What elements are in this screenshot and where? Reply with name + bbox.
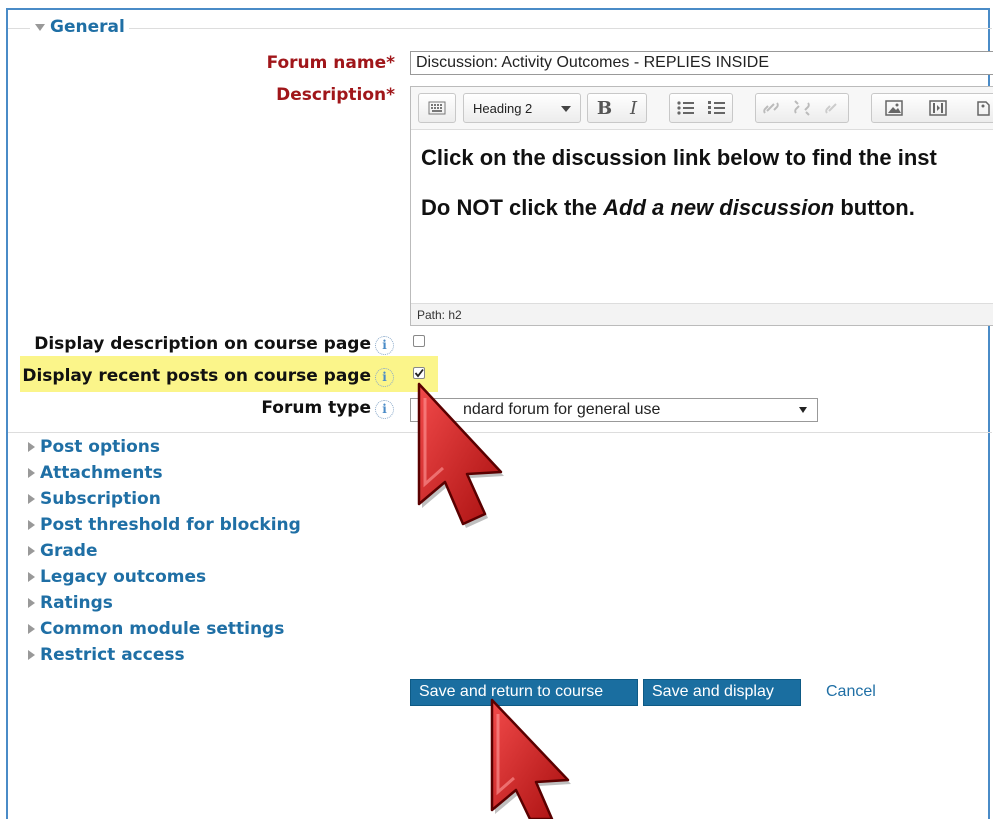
legend-rule-right (125, 28, 992, 29)
keyboard-icon (428, 101, 446, 115)
section-legacy-outcomes[interactable]: Legacy outcomes (28, 567, 206, 587)
italic-icon[interactable]: I (630, 98, 637, 119)
display-recent-posts-label: Display recent posts on course page (22, 366, 371, 386)
help-icon[interactable]: i (375, 400, 394, 419)
save-and-display-button[interactable]: Save and display (643, 679, 801, 706)
anchor-link-icon[interactable] (824, 99, 842, 117)
editor-toolbar: Heading 2 B I (411, 87, 993, 130)
general-title: General (50, 17, 125, 37)
link-group (755, 93, 849, 123)
expand-triangle-icon (28, 650, 35, 660)
section-post-threshold[interactable]: Post threshold for blocking (28, 515, 301, 535)
cancel-button[interactable]: Cancel (826, 683, 876, 701)
section-ratings[interactable]: Ratings (28, 593, 113, 613)
media-icon[interactable] (929, 99, 948, 117)
required-star: * (386, 85, 395, 105)
display-description-label: Display description on course page (34, 334, 371, 354)
ordered-list-icon[interactable] (707, 99, 727, 117)
section-post-options[interactable]: Post options (28, 437, 160, 457)
description-line-1: Click on the discussion link below to fi… (421, 145, 937, 170)
pointer-arrow-icon (490, 698, 571, 819)
collapse-triangle-icon (35, 23, 45, 31)
toolbar-toggle-button[interactable] (418, 93, 456, 123)
heading-select[interactable]: Heading 2 (463, 93, 581, 123)
media-group (871, 93, 993, 123)
list-group (669, 93, 733, 123)
expand-triangle-icon (28, 572, 35, 582)
forum-name-input[interactable]: Discussion: Activity Outcomes - REPLIES … (410, 51, 993, 75)
section-common-module-settings[interactable]: Common module settings (28, 619, 284, 639)
display-description-checkbox[interactable] (413, 335, 425, 347)
forum-type-label: Forum type (261, 398, 371, 418)
description-label: Description* (276, 85, 395, 105)
unlink-icon[interactable] (793, 99, 811, 117)
description-line-2: Do NOT click the Add a new discussion bu… (421, 195, 915, 220)
chevron-down-icon (561, 106, 571, 112)
legend-rule-left (8, 28, 30, 29)
section-restrict-access[interactable]: Restrict access (28, 645, 185, 665)
expand-triangle-icon (28, 442, 35, 452)
expand-triangle-icon (28, 624, 35, 634)
description-editor[interactable]: Heading 2 B I Click on the discussion li… (410, 86, 993, 326)
bold-icon[interactable]: B (597, 98, 612, 119)
expand-triangle-icon (28, 598, 35, 608)
section-grade[interactable]: Grade (28, 541, 98, 561)
help-icon[interactable]: i (375, 368, 394, 387)
section-attachments[interactable]: Attachments (28, 463, 163, 483)
heading-select-value: Heading 2 (473, 100, 533, 116)
link-icon[interactable] (762, 99, 780, 117)
help-icon[interactable]: i (375, 336, 394, 355)
expand-triangle-icon (28, 468, 35, 478)
editor-path-bar: Path: h2 (411, 303, 993, 325)
emphasis-text: Add a new discussion (603, 195, 835, 220)
text-style-group: B I (587, 93, 647, 123)
chevron-down-icon (799, 407, 807, 413)
expand-triangle-icon (28, 520, 35, 530)
forum-name-label: Forum name* (266, 53, 395, 73)
section-subscription[interactable]: Subscription (28, 489, 161, 509)
image-icon[interactable] (885, 99, 903, 117)
manage-files-icon[interactable] (974, 99, 992, 117)
unordered-list-icon[interactable] (676, 99, 696, 117)
general-legend[interactable]: General (31, 17, 129, 37)
expand-triangle-icon (28, 546, 35, 556)
required-star: * (386, 53, 395, 73)
pointer-arrow-icon (417, 382, 504, 528)
expand-triangle-icon (28, 494, 35, 504)
